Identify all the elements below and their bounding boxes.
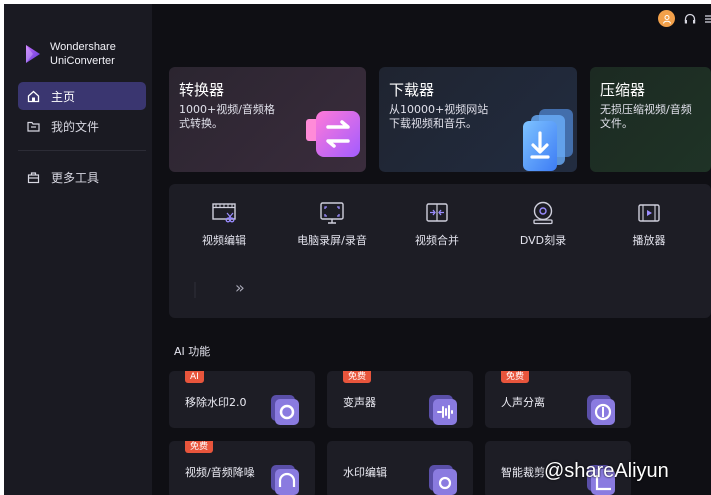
watermark-text: @shareAliyun — [544, 460, 669, 482]
tool-video-edit[interactable]: 视频编辑 — [174, 200, 274, 248]
card-title: 转换器 — [179, 81, 225, 99]
tool-screen-record[interactable]: 电脑录屏/录音 — [282, 200, 382, 248]
video-edit-icon — [212, 203, 236, 223]
voice-changer-icon — [429, 395, 457, 425]
ai-card-label: 人声分离 — [501, 396, 545, 409]
ai-badge: 免费 — [501, 371, 530, 383]
more-tools-chevron-icon[interactable]: » — [235, 278, 245, 297]
sidebar-nav: 主页 我的文件 更多工具 — [18, 82, 146, 193]
ai-card-label: 变声器 — [343, 396, 376, 409]
ai-card-label: 水印编辑 — [343, 466, 387, 479]
brand-name: Wondershare UniConverter — [50, 40, 116, 68]
sidebar-item-my-files[interactable]: 我的文件 — [18, 112, 146, 140]
tool-label: 视频编辑 — [202, 234, 246, 247]
sidebar-item-more-tools[interactable]: 更多工具 — [18, 163, 146, 191]
tool-label: 电脑录屏/录音 — [297, 234, 367, 247]
screen-record-icon — [320, 202, 344, 224]
sidebar-item-label: 主页 — [51, 89, 76, 104]
tool-video-merge[interactable]: 视频合并 — [387, 200, 487, 248]
ai-section-heading: AI 功能 — [174, 345, 211, 358]
video-merge-icon — [426, 203, 448, 222]
sidebar-item-label: 我的文件 — [51, 119, 100, 134]
noise-reduction-icon — [271, 465, 299, 495]
converter-card[interactable]: 转换器 1000+视频/音频格式转换。 — [169, 67, 366, 172]
watermark-remove-icon — [271, 395, 299, 425]
avatar-icon[interactable] — [658, 10, 675, 27]
menu-icon[interactable] — [705, 13, 711, 25]
tool-player[interactable]: 播放器 — [599, 200, 699, 248]
card-desc: 从10000+视频网站下载视频和音乐。 — [389, 103, 489, 130]
tool-dvd-burn[interactable]: DVD刻录 — [493, 200, 593, 248]
app-window: Wondershare UniConverter 主页 我的文件 更多工具 转换… — [4, 4, 711, 495]
card-desc: 无损压缩视频/音频文件。 — [600, 103, 692, 130]
converter-icon — [306, 111, 360, 157]
ai-card-label: 移除水印2.0 — [185, 396, 247, 409]
card-desc: 1000+视频/音频格式转换。 — [179, 103, 275, 130]
sidebar: Wondershare UniConverter 主页 我的文件 更多工具 — [4, 4, 152, 495]
home-icon — [27, 90, 40, 102]
card-title: 下载器 — [389, 81, 435, 99]
ai-badge: 免费 — [343, 371, 372, 383]
ai-badge: AI — [185, 371, 204, 383]
sidebar-item-label: 更多工具 — [51, 170, 100, 185]
tools-scroll-marker — [194, 282, 196, 298]
watermark-edit-icon — [429, 465, 457, 495]
tool-label: 播放器 — [632, 234, 666, 247]
topbar-icons — [658, 10, 711, 27]
ai-card-watermark-edit[interactable]: 水印编辑 — [327, 441, 473, 495]
compressor-card[interactable]: 压缩器 无损压缩视频/音频文件。 — [590, 67, 711, 172]
ai-card-label: 视频/音频降噪 — [185, 466, 255, 479]
ai-badge: 免费 — [185, 441, 214, 453]
tool-label: 视频合并 — [415, 234, 459, 247]
headset-icon[interactable] — [683, 12, 697, 26]
player-icon — [638, 204, 660, 222]
vocal-separation-icon — [587, 395, 615, 425]
downloader-icon — [523, 109, 573, 171]
folder-icon — [27, 121, 40, 132]
tools-panel: 视频编辑 电脑录屏/录音 视频合并 DVD刻录 播放器 » — [169, 184, 711, 318]
ai-card-noise-reduction[interactable]: 免费 视频/音频降噪 — [169, 441, 315, 495]
dvd-burn-icon — [533, 201, 553, 225]
downloader-card[interactable]: 下载器 从10000+视频网站下载视频和音乐。 — [379, 67, 577, 172]
sidebar-divider — [18, 150, 146, 151]
ai-card-vocal-separation[interactable]: 免费 人声分离 — [485, 371, 631, 428]
tool-label: DVD刻录 — [519, 234, 567, 247]
brand-line1: Wondershare — [50, 41, 116, 53]
sidebar-item-home[interactable]: 主页 — [18, 82, 146, 110]
toolbox-icon — [27, 171, 40, 183]
ai-card-voice-changer[interactable]: 免费 变声器 — [327, 371, 473, 428]
ai-card-label: 智能裁剪 — [501, 466, 545, 479]
brand-line2: UniConverter — [50, 55, 115, 67]
ai-card-watermark-remove[interactable]: AI 移除水印2.0 — [169, 371, 315, 428]
uniconverter-logo-icon — [26, 45, 40, 63]
brand: Wondershare UniConverter — [24, 40, 116, 68]
card-title: 压缩器 — [600, 81, 646, 99]
